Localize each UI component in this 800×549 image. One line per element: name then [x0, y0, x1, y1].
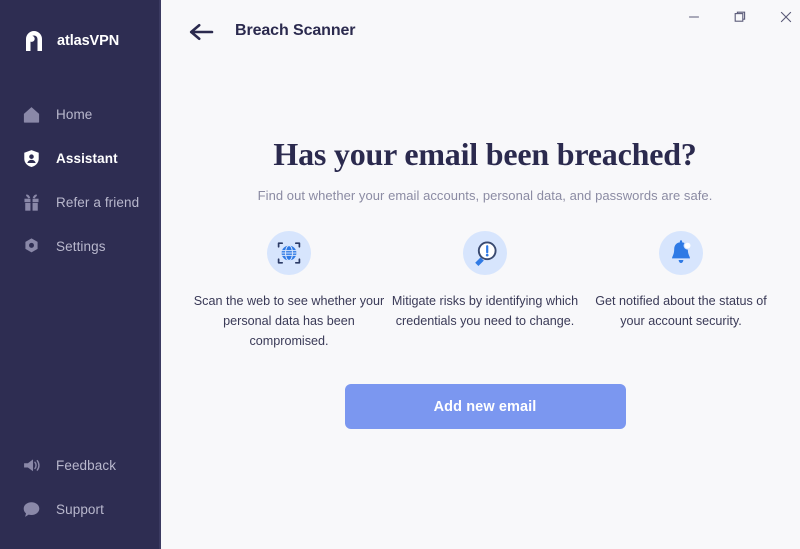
minimize-icon — [688, 16, 700, 18]
home-icon — [22, 105, 41, 124]
sidebar-item-feedback[interactable]: Feedback — [0, 443, 161, 487]
brand-name: atlasVPN — [57, 33, 120, 49]
subheadline: Find out whether your email accounts, pe… — [257, 188, 713, 203]
atlas-arch-logo-icon — [20, 27, 48, 55]
headline: Has your email been breached? — [273, 136, 697, 172]
window-controls — [671, 0, 800, 34]
page-title: Breach Scanner — [235, 22, 356, 39]
feature-list: Scan the web to see whether your persona… — [161, 231, 800, 351]
feature-item: Get notified about the status of your ac… — [583, 231, 779, 351]
sidebar-item-assistant[interactable]: Assistant — [0, 136, 161, 180]
brand: atlasVPN — [0, 0, 161, 62]
sidebar-item-label: Support — [56, 501, 104, 517]
sidebar: atlasVPN Home Assistant Refer a friend S… — [0, 0, 161, 549]
arrow-left-icon — [189, 23, 214, 41]
sidebar-item-label: Home — [56, 106, 93, 122]
feature-text: Mitigate risks by identifying which cred… — [391, 294, 579, 328]
sidebar-item-refer-a-friend[interactable]: Refer a friend — [0, 180, 161, 224]
minimize-button[interactable] — [671, 0, 717, 34]
maximize-button[interactable] — [717, 0, 763, 34]
primary-nav: Home Assistant Refer a friend Settings — [0, 92, 161, 268]
bell-notification-icon — [659, 231, 703, 275]
sidebar-item-label: Refer a friend — [56, 194, 140, 210]
sidebar-item-label: Settings — [56, 238, 106, 254]
close-button[interactable] — [763, 0, 800, 34]
hero-section: Has your email been breached? Find out w… — [161, 66, 800, 203]
feature-text: Get notified about the status of your ac… — [595, 294, 767, 328]
main-content: Breach Scanner Has your email been breac… — [161, 0, 800, 549]
globe-scan-icon — [267, 231, 311, 275]
feature-item: Mitigate risks by identifying which cred… — [387, 231, 583, 351]
gear-icon — [22, 237, 41, 256]
sidebar-item-label: Feedback — [56, 457, 117, 473]
close-icon — [780, 11, 792, 23]
speech-bubble-icon — [22, 500, 41, 519]
sidebar-item-home[interactable]: Home — [0, 92, 161, 136]
sidebar-item-label: Assistant — [56, 150, 118, 166]
titlebar: Breach Scanner — [161, 0, 800, 66]
cta-container: Add new email — [161, 384, 800, 429]
restore-icon — [734, 11, 746, 22]
back-button[interactable] — [189, 21, 215, 43]
secondary-nav: Feedback Support — [0, 443, 161, 549]
shield-person-icon — [22, 149, 41, 168]
sidebar-item-support[interactable]: Support — [0, 487, 161, 531]
megaphone-icon — [22, 456, 41, 475]
sidebar-item-settings[interactable]: Settings — [0, 224, 161, 268]
magnifier-alert-icon — [463, 231, 507, 275]
gift-icon — [22, 193, 41, 212]
feature-text: Scan the web to see whether your persona… — [193, 294, 385, 348]
add-new-email-button[interactable]: Add new email — [344, 384, 626, 429]
feature-item: Scan the web to see whether your persona… — [191, 231, 387, 351]
